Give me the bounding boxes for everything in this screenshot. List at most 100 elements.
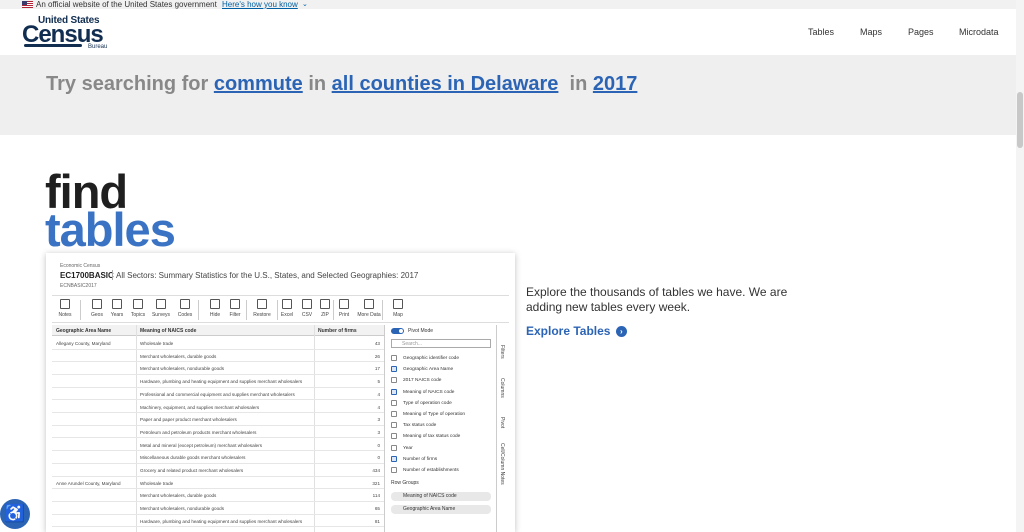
cell-naics: Miscellaneous durable goods merchant who… <box>140 455 246 461</box>
accessibility-icon[interactable]: ♿ <box>0 499 30 529</box>
surveys-tool[interactable]: Surveys <box>148 299 174 321</box>
tab-filters[interactable]: Filters <box>499 345 505 359</box>
codes-icon <box>180 299 190 309</box>
col-naics-header[interactable]: Meaning of NAICS code <box>140 328 196 334</box>
search-year-link[interactable]: 2017 <box>593 73 638 95</box>
map-tool[interactable]: Map <box>385 299 411 321</box>
table-row[interactable]: Merchant wholesalers, durable goods 114 <box>52 489 384 502</box>
col-firms-header[interactable]: Number of firms <box>318 328 357 334</box>
field-checkbox[interactable] <box>391 411 397 417</box>
cell-firms: 81 <box>374 518 380 524</box>
table-row[interactable]: Hardware, plumbing and heating equipment… <box>52 515 384 528</box>
side-tabs: Filters Columns Pivot Cell/Column Notes <box>496 325 509 532</box>
cell-naics: Grocery and related product merchant who… <box>140 468 244 473</box>
table-row[interactable]: Allegany County, Maryland Wholesale trade… <box>52 337 384 350</box>
cell-naics: Professional and commercial equipment an… <box>140 391 295 397</box>
search-in-text-2: in <box>569 73 588 95</box>
search-suggestion: Try searching for commute in all countie… <box>46 73 637 96</box>
tool-label: Restore <box>253 312 271 318</box>
table-title: All Sectors: Summary Statistics for the … <box>116 271 419 280</box>
row-group-chip[interactable]: Meaning of NAICS code <box>391 492 491 501</box>
field-checkbox[interactable] <box>391 422 397 429</box>
pivot-mode-toggle[interactable] <box>391 328 404 334</box>
table-row[interactable]: Hardware, plumbing and heating equipment… <box>52 375 384 388</box>
table-preview-card[interactable]: Economic Census EC1700BASIC All Sectors:… <box>46 253 515 532</box>
nav-tables[interactable]: Tables <box>808 27 834 37</box>
field-checkbox[interactable] <box>391 355 397 361</box>
tab-columns[interactable]: Columns <box>499 378 505 398</box>
table-row[interactable]: Miscellaneous durable goods merchant who… <box>52 451 384 464</box>
notes-tool[interactable]: Notes <box>52 299 78 321</box>
print-tool[interactable]: Print <box>331 299 357 321</box>
data-grid: Geographic Area Name Meaning of NAICS co… <box>52 325 384 532</box>
col-geo-header[interactable]: Geographic Area Name <box>56 328 111 334</box>
calendar-icon <box>112 299 122 309</box>
cell-naics: Wholesale trade <box>140 480 174 486</box>
field-checkbox[interactable] <box>391 377 397 384</box>
field-label: Meaning of Type of operation <box>403 412 466 417</box>
logo-swoosh <box>24 44 82 47</box>
cell-naics: Merchant wholesalers, nondurable goods <box>140 366 225 372</box>
more-data-tool[interactable]: More Data <box>356 299 382 321</box>
tool-label: More Data <box>357 312 381 318</box>
row-group-chip[interactable]: Geographic Area Name <box>391 505 491 514</box>
nav-microdata[interactable]: Microdata <box>959 27 999 37</box>
field-checkbox[interactable] <box>391 388 397 395</box>
gov-banner-text: An official website of the United States… <box>36 0 217 9</box>
tool-label: Map <box>393 312 403 318</box>
toolbar-divider <box>80 300 81 320</box>
cell-naics: Wholesale trade <box>140 341 174 346</box>
restore-tool[interactable]: Restore <box>249 299 275 321</box>
field-checkbox[interactable] <box>391 444 397 451</box>
tool-label: Filter <box>229 312 241 318</box>
nav-maps[interactable]: Maps <box>860 27 882 37</box>
pivot-mode-label: Pivot Mode <box>408 328 434 334</box>
table-row[interactable]: Merchant wholesalers, nondurable goods 17 <box>52 362 384 375</box>
cell-firms: 321 <box>372 480 380 486</box>
scrollbar-thumb[interactable] <box>1017 92 1023 148</box>
table-row[interactable]: Paper and paper product merchant wholesa… <box>52 413 384 426</box>
table-row[interactable]: Grocery and related product merchant who… <box>52 464 384 477</box>
field-checkbox[interactable] <box>391 433 397 440</box>
table-row[interactable]: Metal and mineral (except petroleum) mer… <box>52 439 384 452</box>
table-row[interactable]: Petroleum and petroleum products merchan… <box>52 426 384 439</box>
search-geo-link[interactable]: all counties in Delaware <box>332 73 559 95</box>
cell-firms: 26 <box>374 353 380 359</box>
tab-pivot[interactable]: Pivot <box>499 417 505 428</box>
cell-firms: 4 <box>377 404 380 410</box>
search-prefix: Try searching for <box>46 73 209 95</box>
notes-icon <box>60 299 70 309</box>
table-row[interactable]: Professional and commercial equipment an… <box>52 388 384 401</box>
filter-tool[interactable]: Filter <box>222 299 248 321</box>
census-logo[interactable]: United States Census Bureau <box>22 15 107 51</box>
heres-how-you-know-link[interactable]: Here's how you know <box>222 0 298 9</box>
table-row[interactable]: Merchant wholesalers, nondurable goods 65 <box>52 502 384 515</box>
cell-naics: Machinery, equipment, and supplies merch… <box>140 404 260 410</box>
cell-geo: Allegany County, Maryland <box>56 341 111 346</box>
cell-firms: 0 <box>377 455 380 461</box>
table-row[interactable]: Merchant wholesalers, durable goods 26 <box>52 350 384 363</box>
explore-description: Explore the thousands of tables we have.… <box>526 285 788 314</box>
field-label: Number of establishments <box>403 468 459 473</box>
page-scrollbar[interactable] <box>1016 0 1024 532</box>
filter-icon <box>230 299 240 309</box>
field-checkbox[interactable] <box>391 467 397 473</box>
cell-naics: Metal and mineral (except petroleum) mer… <box>140 442 263 448</box>
field-checkbox[interactable] <box>391 399 397 406</box>
nav-pages[interactable]: Pages <box>908 27 934 37</box>
cell-firms: 3 <box>377 429 380 435</box>
zip-icon <box>320 299 330 309</box>
field-label: Tax status code <box>403 423 437 429</box>
codes-tool[interactable]: Codes <box>172 299 198 321</box>
explore-tables-link[interactable]: Explore Tables › <box>526 324 627 338</box>
field-checkbox[interactable] <box>391 366 397 373</box>
column-search-input[interactable]: Search... <box>391 339 491 348</box>
search-term-link[interactable]: commute <box>214 73 303 95</box>
field-checkbox[interactable] <box>391 455 397 462</box>
field-label: Meaning of NAICS code <box>403 389 455 395</box>
tab-cell-column-notes[interactable]: Cell/Column Notes <box>499 443 505 485</box>
table-row[interactable]: Machinery, equipment, and supplies merch… <box>52 401 384 413</box>
table-row[interactable]: Anne Arundel County, Maryland Wholesale t… <box>52 477 384 490</box>
tool-label: Codes <box>177 312 193 318</box>
chevron-down-icon[interactable]: ⌄ <box>302 0 308 9</box>
